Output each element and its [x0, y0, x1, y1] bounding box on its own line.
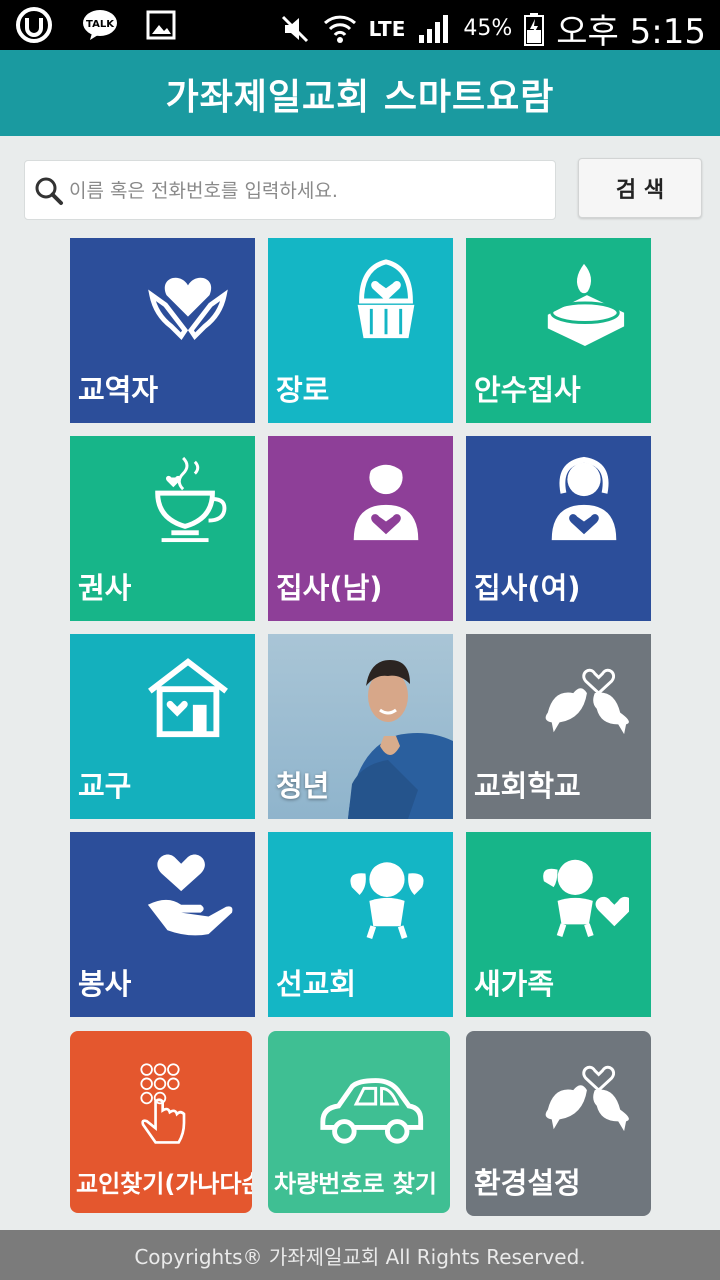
menu-tile[interactable]: 차량번호로 찾기	[268, 1031, 450, 1213]
menu-tile-label: 장로	[276, 373, 330, 407]
menu-tile-label: 교역자	[78, 373, 159, 407]
app-u-icon	[16, 7, 52, 43]
hand-heart-icon	[147, 854, 233, 936]
menu-tile[interactable]: 안수집사	[466, 238, 651, 423]
woman-heart-icon	[551, 456, 617, 541]
menu-tile[interactable]: 환경설정	[466, 1031, 651, 1216]
menu-tile[interactable]: 권사	[70, 436, 255, 621]
menu-tile[interactable]: 봉사	[70, 832, 255, 1017]
clock: 오후 5:15	[556, 12, 706, 52]
kakaotalk-icon: TALK	[83, 10, 117, 40]
menu-tile-label: 교인찾기(가나다순)	[76, 1170, 252, 1198]
menu-tile-label: 청년	[276, 769, 330, 803]
finger-touch-icon	[140, 1063, 186, 1144]
menu-tile[interactable]: 집사(여)	[466, 436, 651, 621]
menu-tile[interactable]: 교회학교	[466, 634, 651, 819]
app-title: 가좌제일교회 스마트요람	[165, 77, 555, 118]
status-left-icons: TALK	[14, 6, 176, 44]
menu-tile[interactable]: 새가족	[466, 832, 651, 1017]
angel-icon	[350, 859, 424, 939]
menu-tile[interactable]: 교구	[70, 634, 255, 819]
love-birds-icon	[545, 1065, 629, 1132]
battery-charging-icon	[524, 12, 545, 46]
menu-tile[interactable]: 선교회	[268, 832, 453, 1017]
status-bar: TALK LTE 45% 오후 5:15	[0, 0, 720, 53]
signal-icon	[419, 14, 449, 43]
menu-tile[interactable]: 교역자	[70, 238, 255, 423]
menu-tile-label: 교회학교	[474, 769, 581, 803]
search-icon	[35, 177, 63, 205]
cupid-heart-icon	[543, 859, 629, 938]
menu-tile[interactable]: 교인찾기(가나다순)	[70, 1031, 252, 1213]
menu-tile[interactable]: 청년	[268, 634, 453, 819]
wifi-icon	[323, 15, 356, 43]
menu-tile-label: 집사(여)	[474, 571, 581, 605]
menu-tile-label: 권사	[78, 571, 132, 605]
man-heart-icon	[353, 459, 419, 541]
menu-tile-label: 교구	[78, 769, 132, 803]
menu-tile-label: 새가족	[474, 967, 555, 1001]
heart-hands-icon	[148, 277, 228, 341]
app-header: 가좌제일교회 스마트요람	[0, 50, 720, 136]
menu-tile-label: 차량번호로 찾기	[274, 1170, 437, 1198]
menu-tile-label: 봉사	[78, 967, 132, 1001]
footer: Copyrights® 가좌제일교회 All Rights Reserved.	[0, 1230, 720, 1280]
battery-percent: 45%	[463, 16, 513, 41]
status-right-icons: LTE 45% 오후 5:15	[279, 4, 706, 53]
menu-tile[interactable]: 집사(남)	[268, 436, 453, 621]
talk-label: TALK	[86, 19, 115, 30]
cupcake-icon	[357, 259, 415, 339]
love-birds-icon	[545, 668, 629, 735]
search-button[interactable]: 검 색	[578, 158, 702, 218]
house-heart-icon	[148, 658, 228, 738]
coffee-cup-icon	[155, 456, 227, 543]
search-box	[24, 160, 556, 220]
menu-tile-label: 집사(남)	[276, 571, 383, 605]
search-input[interactable]	[69, 171, 549, 211]
candle-icon	[547, 263, 625, 346]
gallery-icon	[146, 10, 176, 40]
network-type: LTE	[368, 16, 406, 41]
menu-tile-label: 선교회	[276, 967, 357, 1001]
menu-tile-label: 안수집사	[474, 373, 581, 407]
copyright-text: Copyrights® 가좌제일교회 All Rights Reserved.	[134, 1245, 586, 1269]
car-icon	[320, 1078, 424, 1144]
mute-icon	[281, 15, 308, 42]
menu-tile-label: 환경설정	[474, 1166, 581, 1200]
menu-tile[interactable]: 장로	[268, 238, 453, 423]
